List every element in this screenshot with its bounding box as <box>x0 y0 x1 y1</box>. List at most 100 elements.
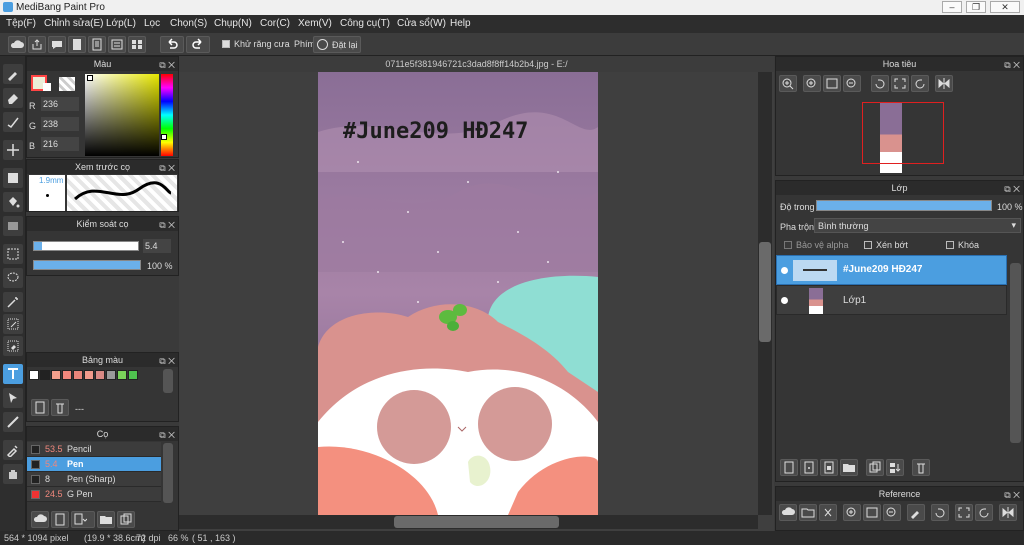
add-brush-button[interactable] <box>31 511 49 528</box>
divide-tool[interactable] <box>3 412 23 432</box>
menu-select[interactable]: Chọn(S) <box>170 18 207 29</box>
delete-palette-button[interactable] <box>51 399 69 416</box>
menu-tools[interactable]: Công cụ(T) <box>340 18 390 29</box>
brush-opacity-slider[interactable] <box>33 260 141 270</box>
move-tool[interactable] <box>3 140 23 160</box>
transparent-color-swatch[interactable] <box>59 77 75 91</box>
select-tool[interactable] <box>3 244 23 264</box>
layer-row[interactable]: Lớp1 <box>776 285 1007 315</box>
document-tab[interactable]: 0711e5f381946721c3dad8f8ff14b2b4.jpg - E… <box>179 56 774 72</box>
layer-opacity-slider[interactable] <box>816 200 992 211</box>
nav-rotate-left-button[interactable] <box>871 75 889 92</box>
ref-rotate-left-button[interactable] <box>931 504 949 521</box>
panel-close-icon[interactable]: ⧉ ✕ <box>1004 182 1020 196</box>
reset-button[interactable]: Đặt lại <box>313 36 361 53</box>
dot-tool[interactable] <box>3 112 23 132</box>
nav-zoom-in-2-button[interactable] <box>803 75 821 92</box>
menu-help[interactable]: Help <box>450 18 471 29</box>
eyedropper-tool[interactable] <box>3 440 23 460</box>
ref-cloud-button[interactable] <box>779 504 797 521</box>
palette-swatch[interactable] <box>51 370 61 380</box>
antialias-checkbox[interactable] <box>222 40 230 48</box>
navigator-viewport-frame[interactable] <box>862 102 944 164</box>
ref-zoom-in-button[interactable] <box>843 504 861 521</box>
b-value-field[interactable]: 216 <box>41 137 79 151</box>
panel-close-icon[interactable]: ⧉ ✕ <box>1004 488 1020 502</box>
nav-fullscreen-button[interactable] <box>891 75 909 92</box>
material-button[interactable] <box>108 36 126 53</box>
layer-list-scrollbar[interactable] <box>1010 263 1021 443</box>
palette-scrollbar[interactable] <box>163 369 173 393</box>
delete-layer-button[interactable] <box>912 459 930 476</box>
secondary-color-swatch[interactable] <box>43 83 51 91</box>
r-value-field[interactable]: 236 <box>41 97 79 111</box>
brush-tool[interactable] <box>3 64 23 84</box>
palette-swatch[interactable] <box>62 370 72 380</box>
select-pen-tool[interactable] <box>3 314 23 334</box>
magic-wand-tool[interactable] <box>3 292 23 312</box>
brush-list-item[interactable]: 8 Pen (Sharp) <box>27 472 161 487</box>
panel-close-icon[interactable]: ⧉ ✕ <box>159 161 175 175</box>
undo-button[interactable] <box>160 36 184 53</box>
brush-size-slider[interactable] <box>33 241 139 251</box>
menu-view[interactable]: Xem(V) <box>298 18 332 29</box>
palette-swatch[interactable] <box>128 370 138 380</box>
panel-close-icon[interactable]: ⧉ ✕ <box>1004 58 1020 72</box>
menu-window[interactable]: Cửa sổ(W) <box>397 18 446 29</box>
new-layer-button[interactable] <box>780 459 798 476</box>
menu-filter[interactable]: Lọc <box>144 18 160 29</box>
duplicate-layer-button[interactable] <box>866 459 884 476</box>
vertical-scroll-thumb[interactable] <box>759 242 771 342</box>
brush-list-item[interactable]: 53.5 Pencil <box>27 442 161 457</box>
operation-tool[interactable] <box>3 388 23 408</box>
grid-button[interactable] <box>128 36 146 53</box>
cloud-button[interactable] <box>8 36 26 53</box>
canvas-vertical-scrollbar[interactable] <box>758 72 772 515</box>
layer-row[interactable]: #June209 HĐ247 <box>776 255 1007 285</box>
panel-close-icon[interactable]: ⧉ ✕ <box>159 58 175 72</box>
brush-copy-button[interactable] <box>117 511 135 528</box>
close-button[interactable]: ✕ <box>990 1 1020 13</box>
saturation-value-picker[interactable] <box>85 74 159 156</box>
hue-slider[interactable] <box>161 74 173 156</box>
select-eraser-tool[interactable] <box>3 336 23 356</box>
ref-fit-button[interactable] <box>863 504 881 521</box>
panel-close-icon[interactable]: ⧉ ✕ <box>159 218 175 232</box>
eye-icon[interactable] <box>781 267 788 274</box>
protect-alpha-checkbox[interactable] <box>784 241 792 249</box>
document-canvas[interactable]: #June209 HĐ247 <box>318 72 598 515</box>
text-tool[interactable] <box>3 364 23 384</box>
palette-swatch[interactable] <box>95 370 105 380</box>
nav-flip-button[interactable] <box>935 75 953 92</box>
brush-list-scrollbar[interactable] <box>163 443 173 503</box>
lasso-tool[interactable] <box>3 268 23 288</box>
nav-fit-button[interactable] <box>823 75 841 92</box>
hand-tool[interactable] <box>3 464 23 484</box>
share-button[interactable] <box>28 36 46 53</box>
brush-size-value[interactable]: 5.4 <box>143 239 171 253</box>
ref-flip-button[interactable] <box>999 504 1017 521</box>
minimize-button[interactable]: – <box>942 1 962 13</box>
nav-rotate-right-button[interactable] <box>911 75 929 92</box>
menu-capture[interactable]: Chụp(N) <box>214 18 252 29</box>
horizontal-scroll-thumb[interactable] <box>394 516 559 528</box>
new-halftone-layer-button[interactable] <box>800 459 818 476</box>
redo-button[interactable] <box>186 36 210 53</box>
palette-swatch[interactable] <box>117 370 127 380</box>
palette-swatch[interactable] <box>106 370 116 380</box>
page-list-button[interactable] <box>88 36 106 53</box>
comment-button[interactable] <box>48 36 66 53</box>
ref-eyedropper-button[interactable] <box>907 504 925 521</box>
brush-list-item[interactable]: 5.4 Pen <box>27 457 161 472</box>
new-1bit-layer-button[interactable] <box>820 459 838 476</box>
menu-color[interactable]: Cor(C) <box>260 18 290 29</box>
brush-list-item[interactable]: 24.5 G Pen <box>27 487 161 502</box>
merge-layer-button[interactable] <box>886 459 904 476</box>
canvas-horizontal-scrollbar[interactable] <box>179 515 758 529</box>
eraser-tool[interactable] <box>3 88 23 108</box>
clipping-checkbox[interactable] <box>864 241 872 249</box>
palette-swatch[interactable] <box>73 370 83 380</box>
panel-close-icon[interactable]: ⧉ ✕ <box>159 428 175 442</box>
menu-layer[interactable]: Lớp(L) <box>106 18 136 29</box>
nav-zoom-in-button[interactable] <box>779 75 797 92</box>
